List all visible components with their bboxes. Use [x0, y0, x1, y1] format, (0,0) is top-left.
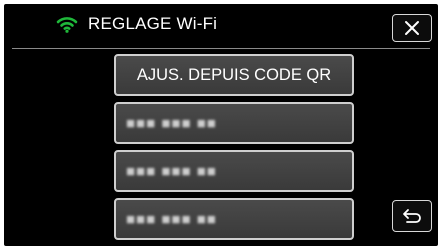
screen-title: REGLAGE Wi-Fi [88, 14, 218, 33]
access-point-label: ■■■ ■■■ ■■ [126, 162, 217, 180]
close-button[interactable] [392, 14, 432, 42]
qr-code-setup-button[interactable]: AJUS. DEPUIS CODE QR [114, 54, 354, 96]
wifi-icon [56, 17, 78, 33]
access-point-button-3[interactable]: ■■■ ■■■ ■■ [114, 198, 354, 240]
wifi-settings-screen: REGLAGE Wi-Fi AJUS. DEPUIS CODE QR ■■■ ■… [4, 4, 438, 246]
qr-code-setup-label: AJUS. DEPUIS CODE QR [136, 65, 332, 84]
access-point-label: ■■■ ■■■ ■■ [126, 210, 217, 228]
back-button[interactable] [392, 200, 432, 232]
access-point-label: ■■■ ■■■ ■■ [126, 114, 217, 132]
return-arrow-icon [403, 209, 421, 223]
access-point-button-2[interactable]: ■■■ ■■■ ■■ [114, 150, 354, 192]
access-point-button-1[interactable]: ■■■ ■■■ ■■ [114, 102, 354, 144]
close-icon [405, 21, 419, 35]
header-divider [12, 48, 430, 49]
